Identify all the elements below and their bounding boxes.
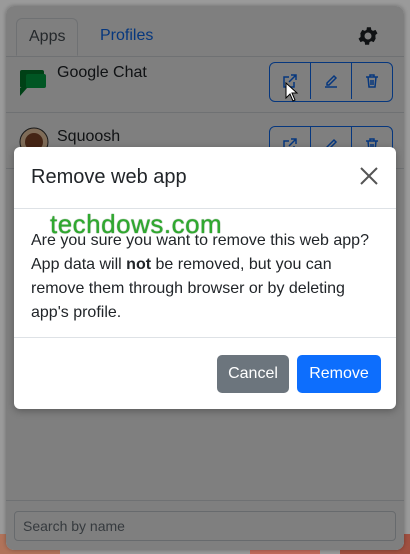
cancel-button[interactable]: Cancel [217, 355, 289, 393]
dialog-message: Are you sure you want to remove this web… [31, 232, 369, 321]
dialog-title: Remove web app [31, 166, 187, 188]
dialog-header: Remove web app [14, 147, 396, 209]
extension-popup: Apps Profiles Google Chat [6, 6, 404, 550]
remove-button[interactable]: Remove [297, 355, 381, 393]
close-icon[interactable] [356, 163, 382, 189]
dialog-footer: Cancel Remove [14, 337, 396, 410]
mouse-cursor-icon [285, 82, 299, 102]
remove-app-dialog: Remove web app techdows.com Are you sure… [14, 147, 396, 409]
